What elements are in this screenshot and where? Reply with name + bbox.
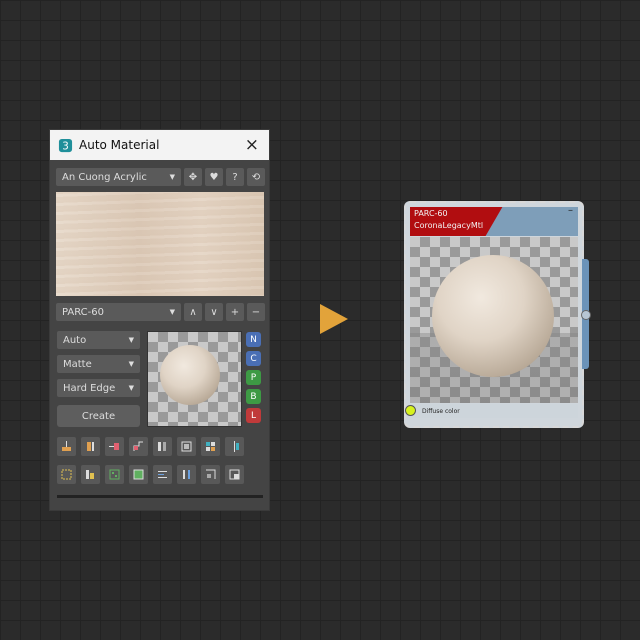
node-header[interactable]: PARC-60 CoronaLegacyMtl – — [410, 207, 578, 236]
align-bottom-icon[interactable] — [57, 437, 76, 456]
align-right-icon[interactable] — [105, 437, 124, 456]
material-texture-preview — [56, 192, 264, 296]
corner-frame-icon[interactable] — [201, 465, 220, 484]
remove-button[interactable]: − — [247, 303, 265, 321]
mapping-value: Auto — [63, 334, 87, 346]
code-row: PARC-60 ▼ ∧ ∨ + − — [56, 303, 265, 321]
minimize-icon[interactable]: – — [568, 207, 573, 216]
p-channel-button[interactable]: P — [246, 370, 261, 385]
finish-dropdown[interactable]: Matte ▼ — [57, 355, 140, 373]
app-logo-icon: 3 — [58, 138, 73, 152]
auto-material-panel: 3 Auto Material × An Cuong Acrylic ▼ ✥ ♥… — [49, 129, 270, 511]
close-icon[interactable]: × — [245, 135, 259, 155]
frame-icon[interactable] — [177, 437, 196, 456]
channel-buttons: N C P B L — [246, 332, 261, 427]
chevron-down-icon: ▼ — [128, 360, 134, 368]
finish-value: Matte — [63, 358, 92, 370]
list-icon[interactable] — [153, 465, 172, 484]
material-code-value: PARC-60 — [62, 306, 104, 318]
arrow-right-icon — [320, 304, 348, 334]
library-value: An Cuong Acrylic — [62, 171, 147, 183]
node-sphere-render — [432, 255, 554, 377]
material-code-dropdown[interactable]: PARC-60 ▼ — [56, 303, 181, 321]
select-frame-icon[interactable] — [57, 465, 76, 484]
vertical-bars-icon[interactable] — [177, 465, 196, 484]
edge-dropdown[interactable]: Hard Edge ▼ — [57, 379, 140, 397]
mapping-dropdown[interactable]: Auto ▼ — [57, 331, 140, 349]
chevron-down-icon: ▼ — [169, 308, 175, 316]
library-dropdown[interactable]: An Cuong Acrylic ▼ — [56, 168, 181, 186]
next-button[interactable]: ∨ — [205, 303, 223, 321]
sphere-render — [160, 345, 220, 405]
tool-row-1 — [57, 437, 249, 456]
input-socket-icon[interactable] — [405, 405, 416, 416]
chevron-down-icon: ▼ — [128, 336, 134, 344]
fill-icon[interactable] — [129, 465, 148, 484]
node-preview — [410, 237, 578, 403]
edge-value: Hard Edge — [63, 382, 116, 394]
window-title: Auto Material — [79, 138, 160, 152]
bump-channel-button[interactable]: B — [246, 389, 261, 404]
color-channel-button[interactable]: C — [246, 351, 261, 366]
corner-icon[interactable] — [129, 437, 148, 456]
grid-icon[interactable] — [201, 437, 220, 456]
l-channel-button[interactable]: L — [246, 408, 261, 423]
layer-icon[interactable] — [225, 465, 244, 484]
create-button[interactable]: Create — [57, 405, 140, 427]
columns-icon[interactable] — [153, 437, 172, 456]
split-icon[interactable] — [225, 437, 244, 456]
tool-row-2 — [57, 465, 249, 484]
progress-bar — [57, 495, 263, 498]
node-material-type: CoronaLegacyMtl — [414, 221, 484, 230]
node-input-row: Diffuse color — [410, 404, 578, 418]
normal-channel-button[interactable]: N — [246, 332, 261, 347]
favorite-button[interactable]: ♥ — [205, 168, 223, 186]
align-left-icon[interactable] — [81, 437, 100, 456]
panel-left-icon[interactable] — [81, 465, 100, 484]
move-button[interactable]: ✥ — [184, 168, 202, 186]
output-socket-icon[interactable] — [581, 310, 591, 320]
material-node[interactable]: PARC-60 CoronaLegacyMtl – Diffuse color — [404, 201, 591, 428]
library-row: An Cuong Acrylic ▼ ✥ ♥ ? ⟲ — [56, 168, 265, 186]
refresh-button[interactable]: ⟲ — [247, 168, 265, 186]
material-sphere-preview — [147, 331, 242, 427]
previous-button[interactable]: ∧ — [184, 303, 202, 321]
chevron-down-icon: ▼ — [169, 173, 175, 181]
svg-text:3: 3 — [62, 140, 69, 152]
tiles-icon[interactable] — [105, 465, 124, 484]
node-material-name: PARC-60 — [414, 209, 448, 218]
add-button[interactable]: + — [226, 303, 244, 321]
title-bar: 3 Auto Material × — [50, 130, 269, 160]
help-button[interactable]: ? — [226, 168, 244, 186]
diffuse-color-label: Diffuse color — [422, 407, 460, 415]
chevron-down-icon: ▼ — [128, 384, 134, 392]
